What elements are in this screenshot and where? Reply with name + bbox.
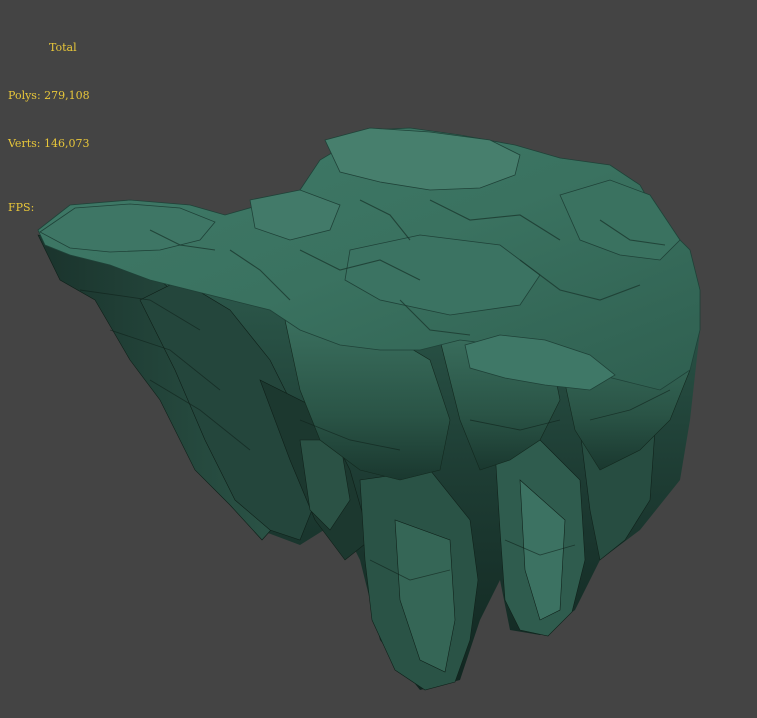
fps-label: FPS: <box>8 201 35 214</box>
verts-value: 146,073 <box>43 137 90 150</box>
polys-label: Polys: <box>8 89 41 102</box>
stats-overlay: Total Polys: 279,108 Verts: 146,073 FPS: <box>8 8 90 248</box>
stats-polys-row: Polys: 279,108 <box>8 88 90 104</box>
verts-label: Verts: <box>8 137 41 150</box>
stats-total-header: Total <box>49 41 77 54</box>
stats-fps-row: FPS: <box>8 200 90 216</box>
polys-value: 279,108 <box>44 89 90 102</box>
rock-island-model <box>37 127 701 691</box>
stats-verts-row: Verts: 146,073 <box>8 136 90 152</box>
3d-viewport[interactable]: Total Polys: 279,108 Verts: 146,073 FPS: <box>0 0 757 718</box>
